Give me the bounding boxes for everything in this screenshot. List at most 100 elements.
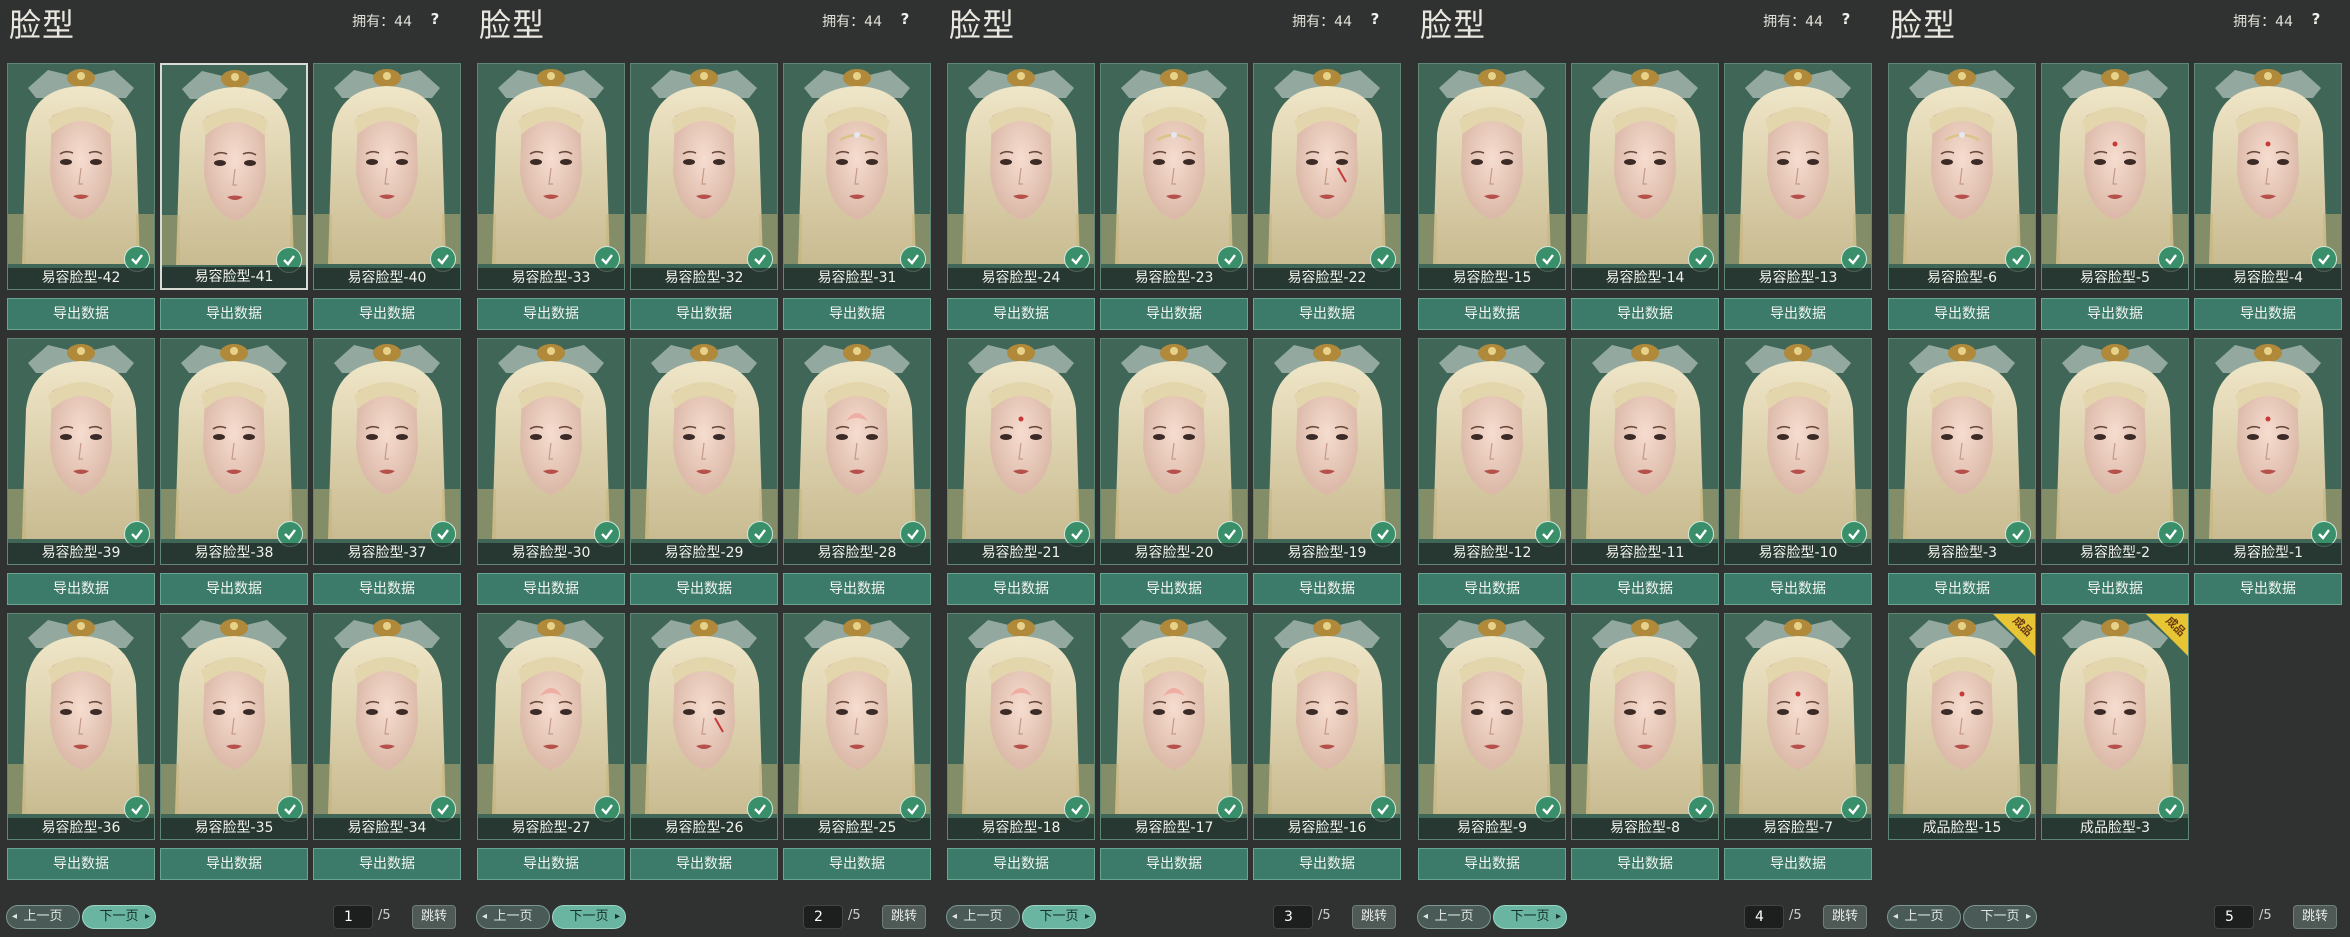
face-portrait[interactable]: 易容脸型-40 xyxy=(313,63,461,290)
jump-button[interactable]: 跳转 xyxy=(882,905,926,929)
face-portrait[interactable]: 易容脸型-33 xyxy=(477,63,625,290)
face-card[interactable]: 易容脸型-33 导出数据 xyxy=(477,63,625,330)
export-data-button[interactable]: 导出数据 xyxy=(2041,573,2189,605)
export-data-button[interactable]: 导出数据 xyxy=(313,573,461,605)
export-data-button[interactable]: 导出数据 xyxy=(947,298,1095,330)
face-card[interactable]: 易容脸型-24 导出数据 xyxy=(947,63,1095,330)
next-page-button[interactable]: 下一页 ▸ xyxy=(1493,905,1567,929)
face-card[interactable]: 易容脸型-20 导出数据 xyxy=(1100,338,1248,605)
face-portrait[interactable]: 易容脸型-11 xyxy=(1571,338,1719,565)
face-portrait[interactable]: 易容脸型-27 xyxy=(477,613,625,840)
export-data-button[interactable]: 导出数据 xyxy=(2194,573,2342,605)
face-card[interactable]: 易容脸型-25 导出数据 xyxy=(783,613,931,880)
next-page-button[interactable]: 下一页 ▸ xyxy=(1022,905,1096,929)
face-portrait[interactable]: 易容脸型-37 xyxy=(313,338,461,565)
face-card[interactable]: 成品 成品脸型-3 xyxy=(2041,613,2189,880)
prev-page-button[interactable]: ◂ 上一页 xyxy=(946,905,1020,929)
face-portrait[interactable]: 易容脸型-36 xyxy=(7,613,155,840)
export-data-button[interactable]: 导出数据 xyxy=(313,298,461,330)
face-card[interactable]: 易容脸型-16 导出数据 xyxy=(1253,613,1401,880)
export-data-button[interactable]: 导出数据 xyxy=(160,298,308,330)
face-portrait[interactable]: 易容脸型-15 xyxy=(1418,63,1566,290)
export-data-button[interactable]: 导出数据 xyxy=(1100,573,1248,605)
face-card[interactable]: 易容脸型-11 导出数据 xyxy=(1571,338,1719,605)
face-card[interactable]: 易容脸型-4 导出数据 xyxy=(2194,63,2342,330)
face-portrait[interactable]: 易容脸型-1 xyxy=(2194,338,2342,565)
face-portrait[interactable]: 易容脸型-2 xyxy=(2041,338,2189,565)
face-portrait[interactable]: 易容脸型-41 xyxy=(160,63,308,290)
face-portrait[interactable]: 易容脸型-19 xyxy=(1253,338,1401,565)
export-data-button[interactable]: 导出数据 xyxy=(630,573,778,605)
export-data-button[interactable]: 导出数据 xyxy=(1888,573,2036,605)
prev-page-button[interactable]: ◂ 上一页 xyxy=(6,905,80,929)
prev-page-button[interactable]: ◂ 上一页 xyxy=(1417,905,1491,929)
export-data-button[interactable]: 导出数据 xyxy=(1571,298,1719,330)
face-portrait[interactable]: 易容脸型-6 xyxy=(1888,63,2036,290)
export-data-button[interactable]: 导出数据 xyxy=(1888,298,2036,330)
export-data-button[interactable]: 导出数据 xyxy=(1253,848,1401,880)
face-card[interactable]: 易容脸型-17 导出数据 xyxy=(1100,613,1248,880)
face-portrait[interactable]: 易容脸型-25 xyxy=(783,613,931,840)
face-card[interactable]: 易容脸型-31 导出数据 xyxy=(783,63,931,330)
face-portrait[interactable]: 易容脸型-21 xyxy=(947,338,1095,565)
export-data-button[interactable]: 导出数据 xyxy=(1418,298,1566,330)
face-portrait[interactable]: 易容脸型-39 xyxy=(7,338,155,565)
face-portrait[interactable]: 易容脸型-20 xyxy=(1100,338,1248,565)
export-data-button[interactable]: 导出数据 xyxy=(160,848,308,880)
face-card[interactable]: 易容脸型-29 导出数据 xyxy=(630,338,778,605)
face-card[interactable]: 易容脸型-15 导出数据 xyxy=(1418,63,1566,330)
face-card[interactable]: 易容脸型-39 导出数据 xyxy=(7,338,155,605)
face-card[interactable]: 易容脸型-42 导出数据 xyxy=(7,63,155,330)
face-card[interactable]: 易容脸型-27 导出数据 xyxy=(477,613,625,880)
prev-page-button[interactable]: ◂ 上一页 xyxy=(476,905,550,929)
face-portrait[interactable]: 易容脸型-17 xyxy=(1100,613,1248,840)
page-number-input[interactable]: 5 xyxy=(2214,905,2254,929)
face-card[interactable]: 易容脸型-19 导出数据 xyxy=(1253,338,1401,605)
help-icon[interactable]: ? xyxy=(2303,6,2329,32)
export-data-button[interactable]: 导出数据 xyxy=(7,298,155,330)
face-portrait[interactable]: 易容脸型-5 xyxy=(2041,63,2189,290)
face-card[interactable]: 易容脸型-5 导出数据 xyxy=(2041,63,2189,330)
next-page-button[interactable]: 下一页 ▸ xyxy=(82,905,156,929)
face-portrait[interactable]: 易容脸型-13 xyxy=(1724,63,1872,290)
jump-button[interactable]: 跳转 xyxy=(412,905,456,929)
help-icon[interactable]: ? xyxy=(892,6,918,32)
export-data-button[interactable]: 导出数据 xyxy=(947,573,1095,605)
jump-button[interactable]: 跳转 xyxy=(1823,905,1867,929)
face-portrait[interactable]: 易容脸型-24 xyxy=(947,63,1095,290)
help-icon[interactable]: ? xyxy=(1362,6,1388,32)
export-data-button[interactable]: 导出数据 xyxy=(630,298,778,330)
page-number-input[interactable]: 2 xyxy=(803,905,843,929)
face-card[interactable]: 易容脸型-37 导出数据 xyxy=(313,338,461,605)
face-portrait[interactable]: 易容脸型-30 xyxy=(477,338,625,565)
face-card[interactable]: 易容脸型-3 导出数据 xyxy=(1888,338,2036,605)
face-portrait[interactable]: 易容脸型-7 xyxy=(1724,613,1872,840)
face-portrait[interactable]: 易容脸型-12 xyxy=(1418,338,1566,565)
face-portrait[interactable]: 易容脸型-10 xyxy=(1724,338,1872,565)
export-data-button[interactable]: 导出数据 xyxy=(1253,573,1401,605)
face-card[interactable]: 易容脸型-12 导出数据 xyxy=(1418,338,1566,605)
export-data-button[interactable]: 导出数据 xyxy=(783,298,931,330)
export-data-button[interactable]: 导出数据 xyxy=(477,573,625,605)
face-portrait[interactable]: 成品 成品脸型-15 xyxy=(1888,613,2036,840)
page-number-input[interactable]: 3 xyxy=(1273,905,1313,929)
export-data-button[interactable]: 导出数据 xyxy=(313,848,461,880)
face-card[interactable]: 易容脸型-9 导出数据 xyxy=(1418,613,1566,880)
face-card[interactable]: 易容脸型-36 导出数据 xyxy=(7,613,155,880)
face-portrait[interactable]: 易容脸型-8 xyxy=(1571,613,1719,840)
help-icon[interactable]: ? xyxy=(1833,6,1859,32)
export-data-button[interactable]: 导出数据 xyxy=(7,848,155,880)
face-card[interactable]: 易容脸型-2 导出数据 xyxy=(2041,338,2189,605)
export-data-button[interactable]: 导出数据 xyxy=(2041,298,2189,330)
face-card[interactable]: 易容脸型-13 导出数据 xyxy=(1724,63,1872,330)
jump-button[interactable]: 跳转 xyxy=(2293,905,2337,929)
face-card[interactable]: 易容脸型-41 导出数据 xyxy=(160,63,308,330)
face-card[interactable]: 易容脸型-22 导出数据 xyxy=(1253,63,1401,330)
export-data-button[interactable]: 导出数据 xyxy=(1253,298,1401,330)
face-portrait[interactable]: 易容脸型-34 xyxy=(313,613,461,840)
face-card[interactable]: 易容脸型-38 导出数据 xyxy=(160,338,308,605)
face-card[interactable]: 易容脸型-14 导出数据 xyxy=(1571,63,1719,330)
face-card[interactable]: 成品 成品脸型-15 xyxy=(1888,613,2036,880)
export-data-button[interactable]: 导出数据 xyxy=(1571,848,1719,880)
face-card[interactable]: 易容脸型-32 导出数据 xyxy=(630,63,778,330)
